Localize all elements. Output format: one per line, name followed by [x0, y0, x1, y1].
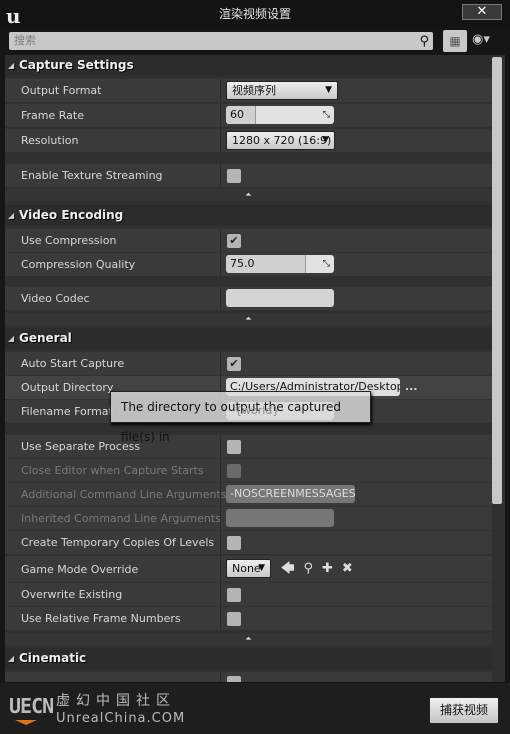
frame-rate-slider[interactable]: 60 ⤡ — [226, 106, 334, 124]
close-button[interactable]: ✕ — [462, 4, 502, 20]
video-codec-input[interactable] — [226, 289, 334, 307]
collapse-triangle-icon: ◢ — [8, 654, 15, 663]
use-compression-checkbox[interactable]: ✔ — [227, 234, 241, 248]
label: Overwrite Existing — [21, 588, 123, 601]
label: Close Editor when Capture Starts — [21, 464, 204, 477]
inherited-args-input — [226, 509, 334, 527]
row-inherited-args: Inherited Command Line Arguments — [5, 506, 492, 530]
label: Game Mode Override — [21, 563, 139, 576]
label: Inherited Command Line Arguments — [21, 512, 221, 525]
output-format-dropdown[interactable]: 视频序列 ▼ — [226, 81, 338, 100]
relative-frames-checkbox[interactable] — [227, 612, 241, 626]
window-title: 渲染视频设置 — [0, 0, 510, 28]
section-title: Video Encoding — [19, 208, 124, 222]
chevron-down-icon: ▼ — [258, 563, 265, 573]
row-additional-args: Additional Command Line Arguments -NOSCRE… — [5, 482, 492, 506]
eye-visibility-icon[interactable]: ◉▾ — [472, 32, 490, 47]
scrollbar-thumb[interactable] — [492, 57, 502, 504]
section-cinematic[interactable]: ◢ Cinematic — [5, 648, 492, 669]
details-panel: ◢ Capture Settings Output Format 视频序列 ▼ Fra… — [5, 55, 505, 682]
add-plus-icon[interactable]: ✚ — [322, 561, 342, 576]
value: 60 — [230, 108, 244, 121]
capture-video-button[interactable]: 捕获视频 — [429, 697, 499, 724]
footer-community-name: 虚幻中国社区 — [56, 693, 176, 709]
view-options-grid-icon[interactable]: ▦ — [443, 30, 467, 52]
search-input[interactable]: 搜索 ⚲ — [9, 32, 433, 50]
label: Create Temporary Copies Of Levels — [21, 536, 215, 549]
row-separate-process: Use Separate Process — [5, 434, 492, 458]
collapse-triangle-icon: ◢ — [8, 334, 15, 343]
resolution-dropdown[interactable]: 1280 x 720 (16:9) ▼ — [226, 131, 335, 150]
resize-icon: ⤡ — [322, 259, 330, 269]
label: Filename Format — [21, 405, 113, 418]
collapse-advanced-button[interactable]: ⏶ — [5, 313, 492, 325]
filename-format-input[interactable]: {world} — [231, 402, 339, 420]
row-overwrite: Overwrite Existing — [5, 582, 492, 606]
label: Output Directory — [21, 381, 114, 394]
unreal-logo-icon: u — [6, 4, 21, 28]
separate-process-checkbox[interactable] — [227, 440, 241, 454]
row-auto-start: Auto Start Capture ✔ — [5, 351, 492, 375]
row-relative-frames: Use Relative Frame Numbers — [5, 606, 492, 630]
collapse-triangle-icon: ◢ — [8, 211, 15, 220]
label: Output Format — [21, 84, 102, 97]
uecn-logo: UECN — [9, 694, 54, 725]
row-video-codec: Video Codec — [5, 286, 492, 310]
chevron-down-icon: ▼ — [322, 135, 329, 145]
search-placeholder: 搜索 — [14, 34, 36, 47]
label: Use Relative Frame Numbers — [21, 612, 181, 625]
row-output-format: Output Format 视频序列 ▼ — [5, 78, 492, 102]
use-selected-arrow-icon[interactable]: 🡄 — [281, 561, 303, 576]
label: Resolution — [21, 134, 79, 147]
close-editor-checkbox — [227, 464, 241, 478]
overwrite-checkbox[interactable] — [227, 588, 241, 602]
temp-copies-checkbox[interactable] — [227, 536, 241, 550]
browse-button[interactable]: ... — [405, 380, 418, 393]
value: 75.0 — [230, 257, 255, 270]
label: Video Codec — [21, 292, 90, 305]
compression-quality-slider[interactable]: 75.0 ⤡ — [226, 255, 334, 273]
value: 视频序列 — [232, 84, 276, 97]
row-close-editor: Close Editor when Capture Starts — [5, 458, 492, 482]
row-cinematic-partial — [5, 671, 492, 682]
clear-x-icon[interactable]: ✖ — [342, 561, 362, 576]
chevron-down-icon: ▼ — [325, 85, 332, 95]
section-capture-settings[interactable]: ◢ Capture Settings — [5, 55, 492, 76]
label: Auto Start Capture — [21, 357, 125, 370]
row-frame-rate: Frame Rate 60 ⤡ — [5, 103, 492, 127]
label: Enable Texture Streaming — [21, 169, 163, 182]
row-texture-streaming: Enable Texture Streaming — [5, 163, 492, 187]
footer-site: UnrealChina.COM — [56, 711, 186, 726]
section-title: General — [19, 331, 72, 345]
collapse-advanced-button[interactable]: ⏶ — [5, 189, 492, 201]
additional-args-input: -NOSCREENMESSAGES — [226, 485, 355, 503]
auto-start-checkbox[interactable]: ✔ — [227, 357, 241, 371]
row-use-compression: Use Compression ✔ — [5, 228, 492, 252]
section-general[interactable]: ◢ General — [5, 328, 492, 349]
label: Use Compression — [21, 234, 117, 247]
row-temp-copies: Create Temporary Copies Of Levels — [5, 530, 492, 554]
label: Compression Quality — [21, 258, 136, 271]
value: None — [232, 562, 261, 575]
section-title: Capture Settings — [19, 58, 134, 72]
search-icon[interactable]: ⚲ — [419, 33, 429, 51]
row-resolution: Resolution 1280 x 720 (16:9) ▼ — [5, 128, 492, 152]
value: 1280 x 720 (16:9) — [232, 134, 332, 147]
game-mode-dropdown[interactable]: None ▼ — [226, 559, 271, 578]
resize-icon: ⤡ — [322, 110, 330, 120]
section-title: Cinematic — [19, 651, 87, 665]
label: Additional Command Line Arguments — [21, 488, 227, 501]
checkbox[interactable] — [227, 676, 241, 682]
texture-streaming-checkbox[interactable] — [227, 169, 241, 183]
label: Frame Rate — [21, 109, 84, 122]
browse-search-icon[interactable]: ⚲ — [303, 561, 322, 576]
row-game-mode: Game Mode Override None ▼ 🡄⚲✚✖ — [5, 555, 492, 582]
collapse-advanced-button[interactable]: ⏶ — [5, 633, 492, 645]
collapse-triangle-icon: ◢ — [8, 61, 15, 70]
row-compression-quality: Compression Quality 75.0 ⤡ — [5, 252, 492, 276]
section-video-encoding[interactable]: ◢ Video Encoding — [5, 205, 492, 226]
